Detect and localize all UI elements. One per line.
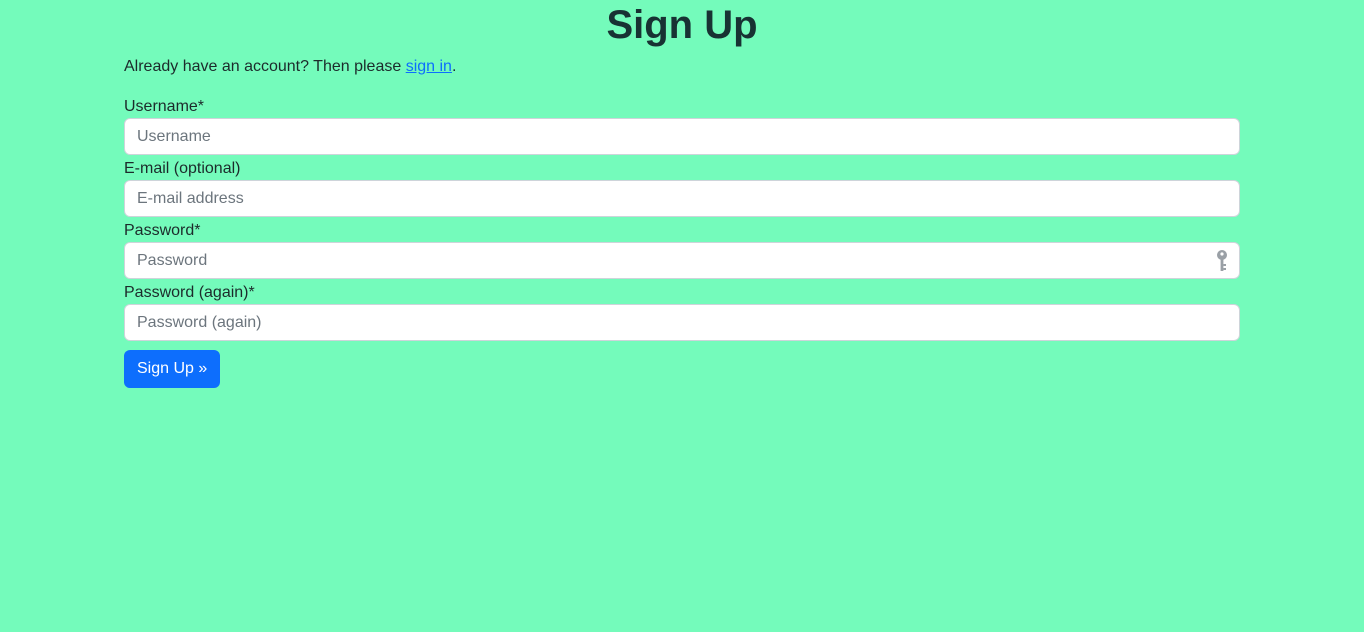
- signin-prompt-end: .: [451, 58, 457, 75]
- username-input[interactable]: [124, 118, 1240, 155]
- email-input[interactable]: [124, 180, 1240, 217]
- signin-prompt-text: Already have an account? Then please: [124, 58, 406, 75]
- signin-prompt: Already have an account? Then please sig…: [124, 57, 456, 77]
- page-title: Sign Up: [606, 3, 758, 47]
- signin-link[interactable]: sign in: [406, 58, 452, 75]
- key-icon[interactable]: [1214, 249, 1230, 273]
- password-again-input[interactable]: [124, 304, 1240, 341]
- password-label: Password*: [124, 222, 201, 239]
- password-again-label: Password (again)*: [124, 284, 255, 301]
- email-label: E-mail (optional): [124, 160, 241, 177]
- sign-up-button[interactable]: Sign Up »: [124, 350, 221, 388]
- password-input[interactable]: [124, 242, 1240, 279]
- username-label: Username*: [124, 98, 205, 115]
